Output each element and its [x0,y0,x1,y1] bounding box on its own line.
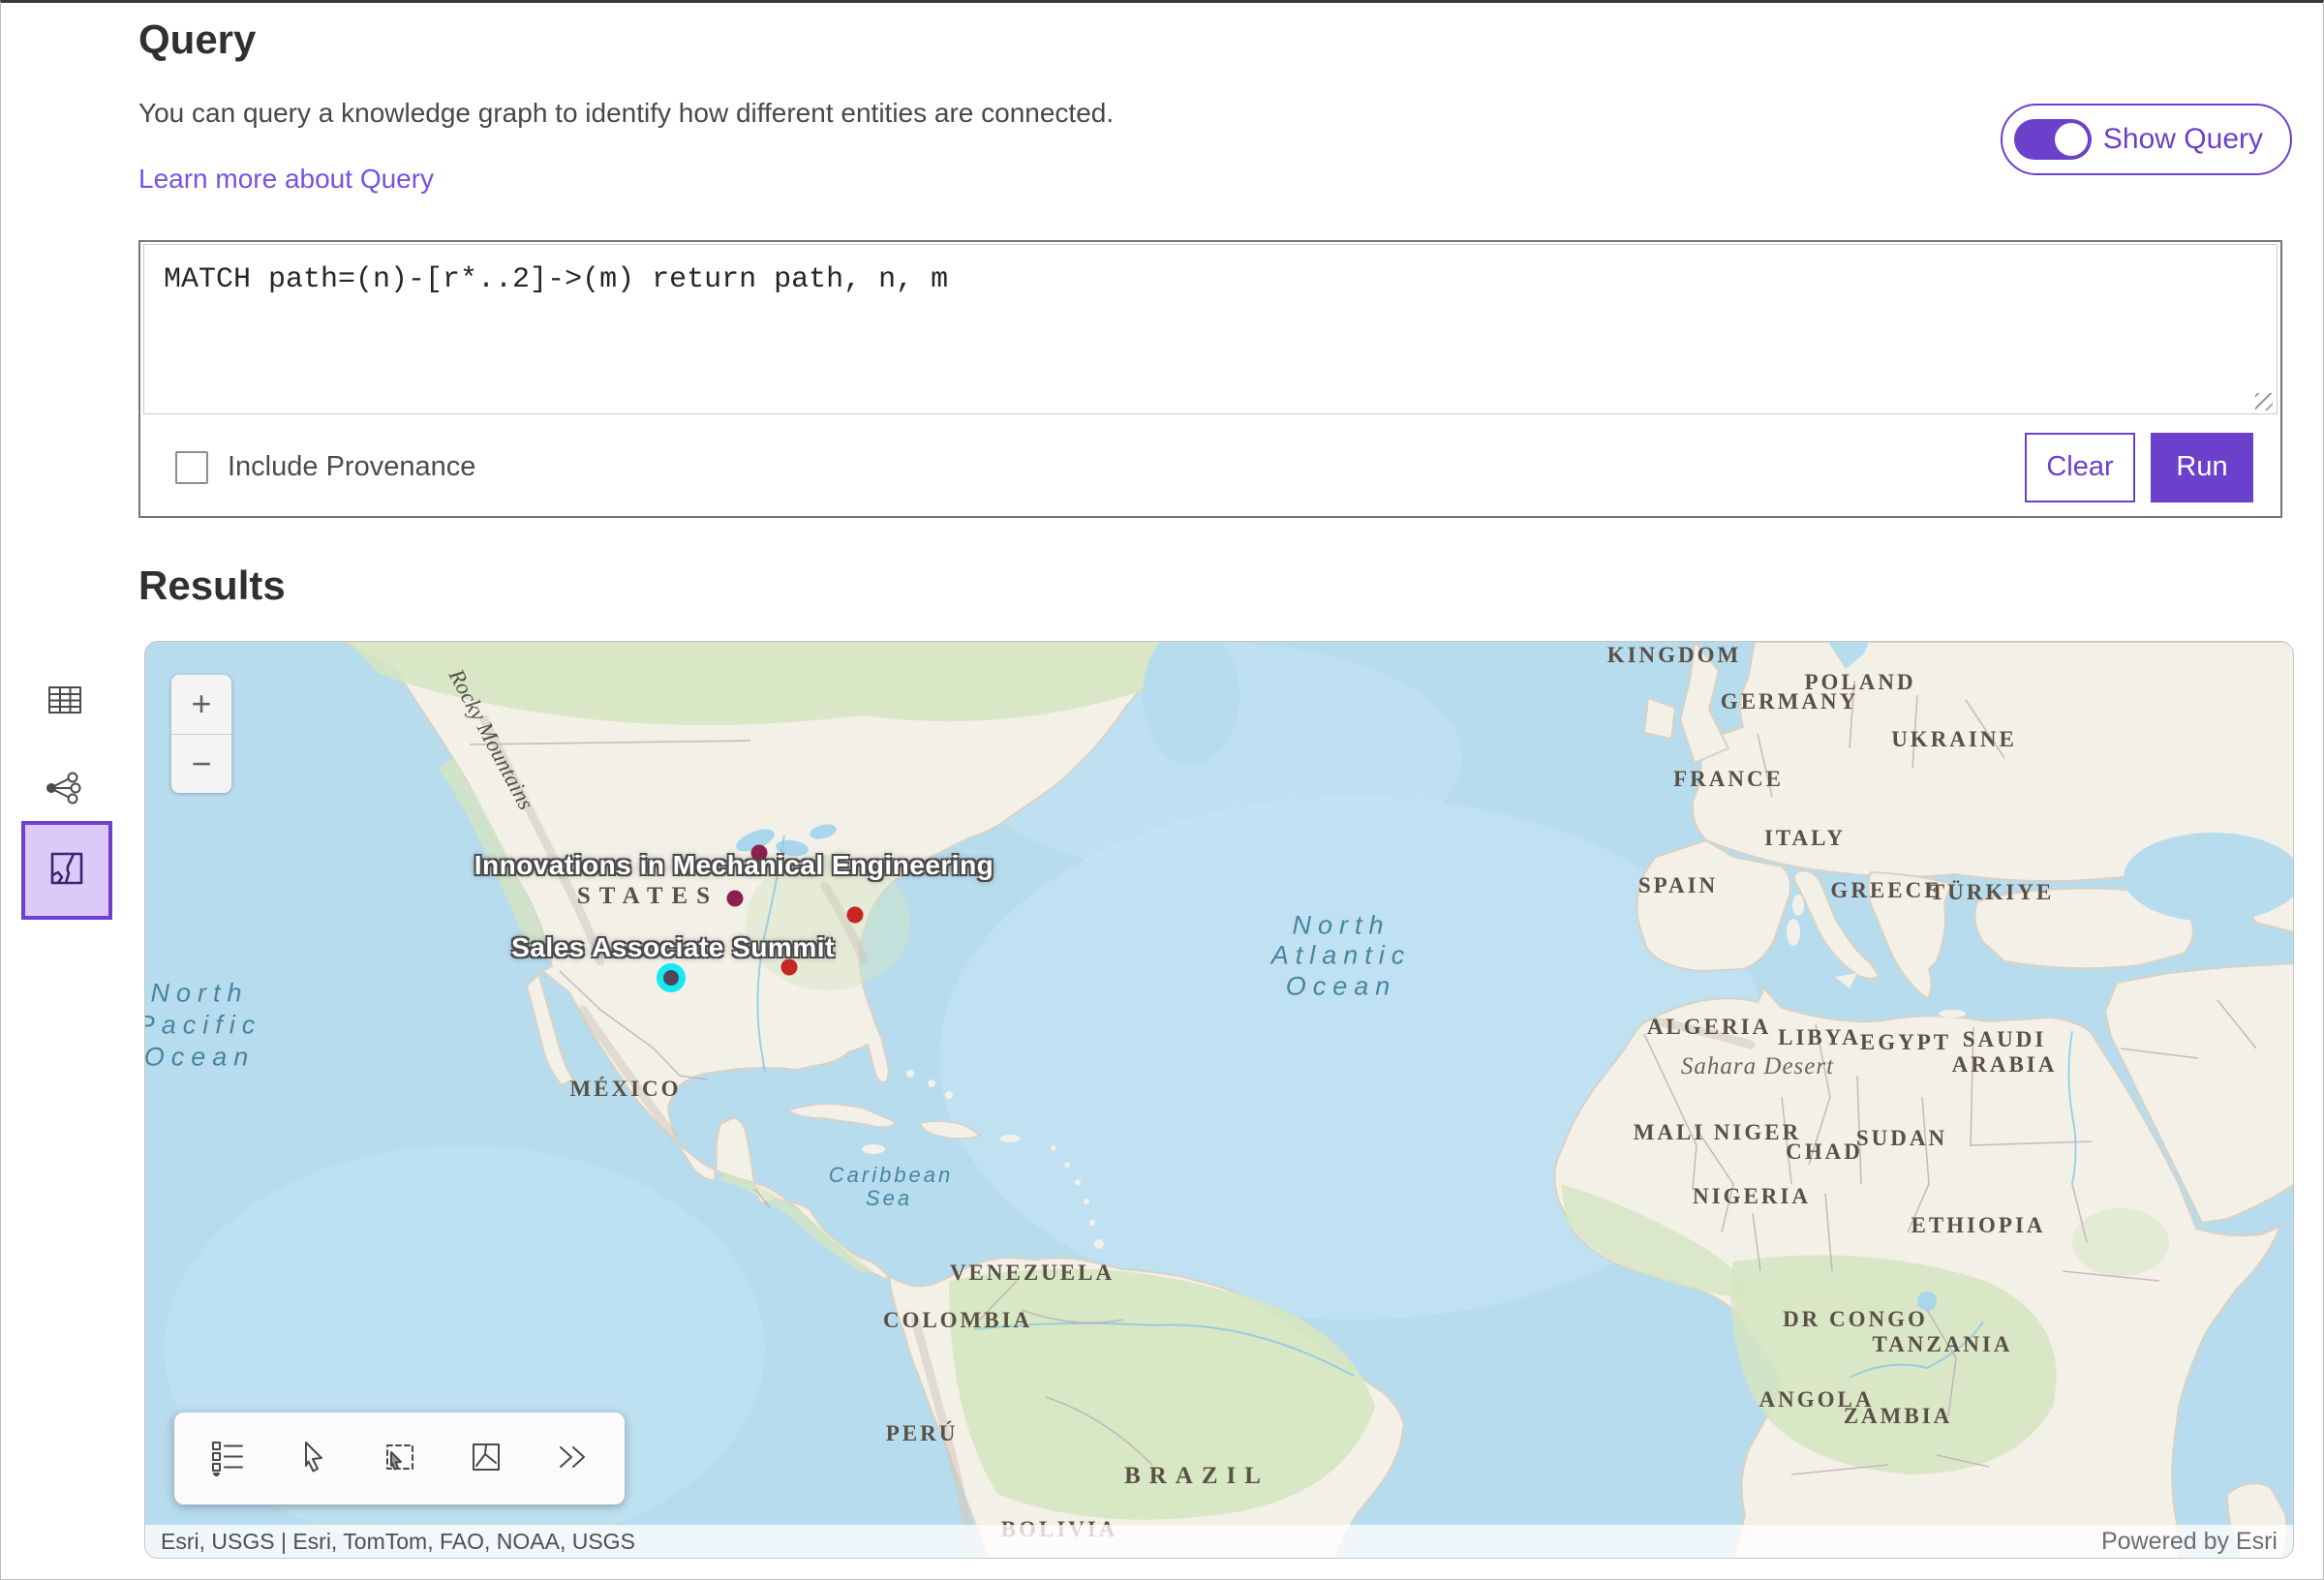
map-label: MÉXICO [569,1077,681,1102]
map-icon [45,846,89,896]
result-feature-label: Sales Associate Summit [511,932,835,963]
query-panel: MATCH path=(n)-[r*..2]->(m) return path,… [138,240,2282,518]
map-label: STATES [577,883,719,910]
map-attribution: Esri, USGS | Esri, TomTom, FAO, NOAA, US… [145,1525,2293,1558]
results-map[interactable]: Innovations in Mechanical Engineering Sal… [144,641,2294,1559]
map-label: CHAD [1786,1139,1863,1165]
result-feature-label: Innovations in Mechanical Engineering [474,850,994,881]
map-label: North [150,979,248,1009]
map-label: BRAZIL [1124,1463,1269,1490]
run-button[interactable]: Run [2151,433,2253,502]
sidebar-item-link-chart-view[interactable] [32,762,94,816]
result-point[interactable] [727,891,744,907]
zoom-out-button[interactable]: − [171,735,231,794]
powered-by-esri: Powered by Esri [2101,1528,2278,1556]
learn-more-link[interactable]: Learn more about Query [138,164,434,195]
map-label: Sea [866,1186,912,1211]
map-label: Ocean [1286,972,1397,1002]
query-page: Query You can query a knowledge graph to… [0,0,2324,1580]
map-label: DR CONGO [1783,1307,1928,1332]
attribution-sources: Esri, USGS | Esri, TomTom, FAO, NOAA, US… [161,1529,635,1555]
query-input[interactable]: MATCH path=(n)-[r*..2]->(m) return path,… [143,244,2278,414]
page-title: Query [138,16,256,63]
show-query-toggle[interactable]: Show Query [2001,104,2292,175]
map-label: UKRAINE [1891,727,2017,752]
map-label: Pacific [144,1011,261,1041]
pointer-tool-button[interactable] [287,1432,341,1486]
map-label: TÜRKIYE [1930,880,2054,905]
toolbar-expand-button[interactable] [545,1432,599,1486]
clear-button[interactable]: Clear [2025,433,2135,502]
legend-list-icon [208,1438,247,1479]
page-description: You can query a knowledge graph to ident… [138,98,1114,129]
map-label: SUDAN [1856,1126,1947,1151]
toggle-knob [2055,123,2088,156]
query-panel-footer: Include Provenance Clear Run [140,418,2280,516]
select-rectangle-icon [381,1438,419,1479]
map-toolbar [174,1413,625,1504]
map-label: Ocean [144,1043,255,1073]
map-label: FRANCE [1673,767,1784,792]
map-label: GREECE [1830,878,1942,903]
map-label: MALI [1634,1120,1706,1145]
legend-list-button[interactable] [200,1432,255,1486]
map-label: VENEZUELA [950,1261,1115,1286]
toggle-label: Show Query [2103,123,2263,156]
cursor-icon [296,1440,331,1477]
double-chevron-right-icon [553,1441,592,1476]
map-label: North [1292,911,1390,941]
map-label: Caribbean [829,1163,954,1188]
link-chart-icon [44,794,82,808]
zoom-in-button[interactable]: + [171,675,231,734]
toggle-switch-on[interactable] [2014,119,2092,160]
map-label: ITALY [1764,826,1846,851]
map-label: LIBYA [1778,1025,1861,1050]
table-icon [46,706,84,720]
map-label: COLOMBIA [883,1308,1032,1333]
resize-grip-icon[interactable] [2255,393,2273,410]
results-title: Results [138,562,286,609]
map-label: KINGDOM [1607,643,1742,668]
map-label: ARABIA [1952,1052,2058,1078]
sidebar-item-table-view[interactable] [34,674,96,728]
map-label: TANZANIA [1873,1332,2013,1357]
map-zoom-control: + − [171,675,231,793]
map-label: ZAMBIA [1844,1404,1953,1429]
map-label: ETHIOPIA [1911,1213,2045,1238]
map-label: NIGERIA [1693,1184,1811,1209]
result-point-selected[interactable] [663,970,679,986]
select-rectangle-button[interactable] [373,1432,427,1486]
map-label: ALGERIA [1647,1015,1771,1040]
map-label: SPAIN [1638,873,1718,898]
sidebar-item-map-view-selected[interactable] [21,821,112,920]
map-label: Atlantic [1271,941,1412,971]
select-polygon-icon [467,1438,505,1479]
map-label: Sahara Desert [1681,1053,1834,1080]
map-label: SAUDI [1963,1027,2047,1052]
map-label: EGYPT [1860,1030,1951,1055]
select-polygon-button[interactable] [459,1432,513,1486]
include-provenance-label: Include Provenance [228,451,475,483]
result-point[interactable] [847,907,864,924]
include-provenance-checkbox[interactable] [175,451,208,484]
map-label: GERMANY [1721,689,1858,714]
map-label: PERÚ [886,1421,959,1446]
